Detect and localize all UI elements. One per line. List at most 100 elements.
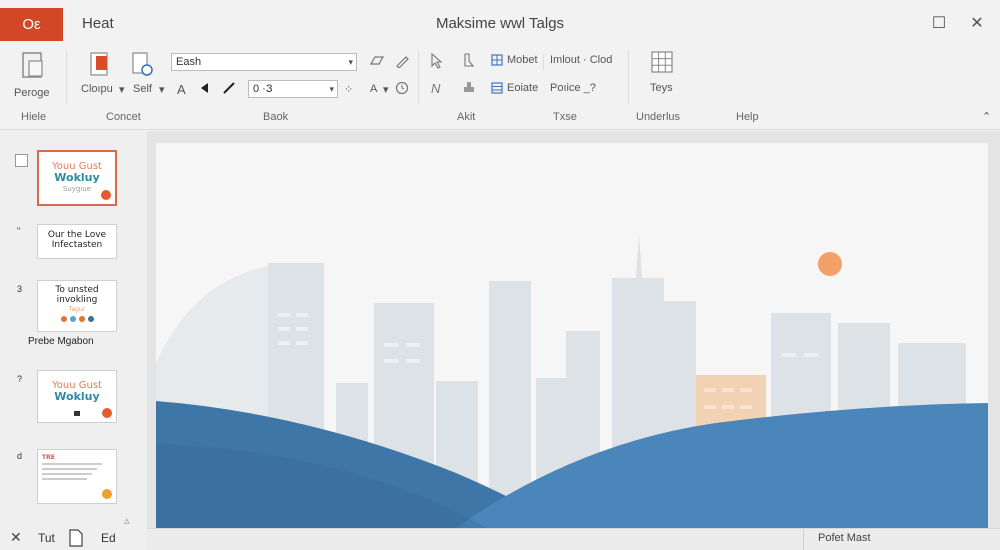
thumb-title-line: Wokluy (54, 171, 100, 184)
table-button[interactable] (650, 50, 674, 74)
table-label: Teys (650, 82, 673, 94)
grid-small-icon[interactable]: ⁘ (344, 83, 353, 96)
thumbnail-caption: Prebe Mgabon (28, 336, 94, 347)
slide-thumbnail-1[interactable]: Youu Gust Wokluy Suygıue (37, 150, 117, 206)
self-button[interactable] (130, 50, 154, 78)
app-badge[interactable]: Oε (0, 8, 63, 41)
group-label-akit: Akit (457, 111, 476, 123)
stamp-icon (464, 82, 474, 92)
thumb-text-line (42, 468, 97, 470)
eoiate-button[interactable]: Eoiate (507, 82, 538, 94)
group-label-baok: Baok (263, 111, 289, 123)
group-label-txse: Txse (553, 111, 577, 123)
thumb-title-line: Wokluy (54, 390, 100, 403)
thumb-title-line: Infectasten (51, 240, 103, 250)
edit-button[interactable]: Ed (101, 531, 116, 545)
thumb-title-line: Our the Love (47, 230, 107, 240)
slide-thumbnail-5[interactable]: TRE (37, 449, 117, 504)
status-notes-button[interactable]: Pofet Mast (803, 528, 1000, 550)
select-button[interactable] (428, 52, 444, 70)
font-name-value: Eash (176, 56, 202, 68)
pencil-icon (396, 56, 409, 68)
arrow-left-icon (201, 83, 208, 93)
thumb-title-line: TRE (42, 454, 55, 461)
table-small-icon (491, 82, 503, 94)
paste-label: Perоge (14, 87, 50, 99)
ribbon: Perоge Cloıpu ▾ Self ▾ Eash ▾ A 0 ·З ▾ ⁘ (0, 44, 1000, 130)
close-window-button[interactable]: ✕ (968, 14, 986, 32)
shape-button[interactable] (369, 54, 385, 68)
ink-button[interactable]: N (431, 81, 440, 96)
thumb-title-line: To unsted (55, 285, 99, 295)
sun-circle (818, 252, 842, 276)
collapse-ribbon-icon[interactable]: ⌃ (982, 110, 991, 123)
close-icon[interactable]: ✕ (10, 529, 22, 546)
close-icon: ✕ (970, 15, 984, 32)
picture-button[interactable]: Poıice _? (550, 82, 596, 94)
draw-button[interactable] (395, 54, 409, 68)
document-title: Maksime wwl Talgs (435, 15, 565, 32)
group-label-help: Help (736, 111, 759, 123)
font-name-select[interactable]: Eash ▾ (171, 53, 357, 71)
document-icon (69, 529, 83, 547)
pen-button[interactable] (222, 81, 236, 95)
title-bar: Oε Heat Maksime wwl Talgs ☐ ✕ (0, 0, 1000, 44)
self-dropdown-icon[interactable]: ▾ (159, 83, 165, 96)
slide-canvas[interactable] (156, 143, 988, 528)
logo-dot (102, 489, 112, 499)
left-arrow-button[interactable] (198, 81, 212, 95)
group-label-concet: Concet (106, 111, 141, 123)
clipboard-icon (90, 52, 108, 76)
slide-number: 3 (17, 284, 23, 294)
thumb-title-line: invokling (56, 295, 98, 305)
restore-window-button[interactable]: ☐ (930, 14, 948, 32)
chevron-down-icon: ▾ (348, 57, 353, 67)
insert-button[interactable]: Imlout · Clod (550, 54, 612, 66)
tut-button[interactable]: Tut (38, 531, 55, 545)
clock-button[interactable] (395, 81, 409, 95)
chevron-down-icon: ▾ (329, 84, 334, 94)
table-icon (651, 51, 673, 73)
tab-home[interactable]: Heat (82, 15, 114, 32)
select-all-checkbox[interactable] (15, 154, 28, 167)
group-label-hiele: Hiele (21, 111, 47, 123)
font-effects-dropdown-icon[interactable]: ▾ (383, 83, 389, 96)
brush-icon (464, 53, 475, 67)
clipboard-label[interactable]: Cloıpu (81, 83, 113, 95)
thumb-text-line (42, 473, 92, 475)
format-painter-button[interactable] (462, 52, 476, 68)
group-label-underlus: Underlus (636, 111, 681, 123)
self-label[interactable]: Self (133, 83, 152, 95)
clipboard-dropdown-icon[interactable]: ▾ (119, 83, 125, 96)
slide-thumbnails-panel: Youu Gust Wokluy Suygıue " Our the Love … (0, 131, 147, 550)
shape-icon (369, 56, 385, 65)
stamp-button[interactable] (462, 80, 476, 94)
paste-button[interactable] (20, 50, 46, 80)
thumb-text-line (42, 478, 87, 480)
document-icon (132, 52, 153, 76)
clock-icon (395, 81, 409, 95)
slide-thumbnail-4[interactable]: Youu Gust Wokluy (37, 370, 117, 423)
bold-button[interactable]: A (177, 82, 186, 97)
thumb-subtitle: Tagur (68, 306, 86, 313)
clipboard-button[interactable] (88, 50, 112, 78)
slide-number: " (17, 226, 21, 236)
font-effects-button[interactable]: Α (370, 83, 377, 95)
pen-icon (223, 82, 235, 94)
font-size-value: 0 ·З (253, 83, 273, 95)
paste-icon (22, 52, 43, 78)
slide-number: ? (17, 374, 23, 384)
arrange-button[interactable]: Mobet (507, 54, 538, 66)
thumb-text-line (42, 463, 102, 465)
font-size-select[interactable]: 0 ·З ▾ (248, 80, 338, 98)
thumb-icons-row (38, 316, 116, 322)
city-skyline-illustration (156, 233, 988, 528)
slide-number: d (17, 451, 23, 461)
document-button[interactable] (67, 528, 85, 548)
logo-dot (102, 408, 112, 418)
slide-thumbnail-3[interactable]: To unsted invokling Tagur (37, 280, 117, 332)
bottom-left-bar: ✕ Tut Ed (0, 525, 147, 550)
slide-thumbnail-2[interactable]: Our the Love Infectasten (37, 224, 117, 259)
logo-dot (101, 190, 111, 200)
ribbon-divider (66, 50, 67, 104)
